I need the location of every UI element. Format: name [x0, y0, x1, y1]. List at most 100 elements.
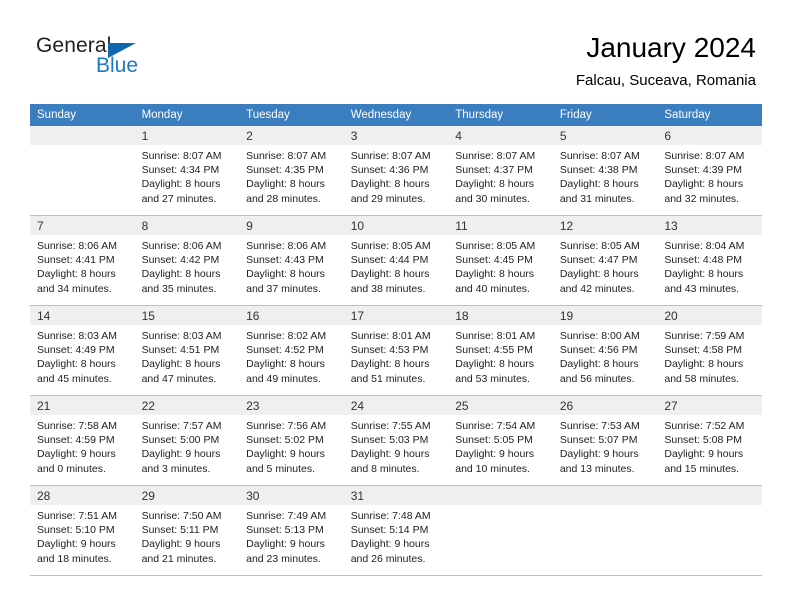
sunrise-text: Sunrise: 8:07 AM	[455, 150, 536, 162]
calendar-day-cell[interactable]: 27 Sunrise: 7:52 AM Sunset: 5:08 PM Dayl…	[657, 395, 762, 486]
sunset-text: Sunset: 4:56 PM	[559, 344, 638, 357]
day-cell-inner: 17 Sunrise: 8:01 AM Sunset: 4:53 PM Dayl…	[343, 306, 449, 395]
sunset-text: Sunset: 4:52 PM	[246, 344, 324, 357]
weekday-header-sunday: Sunday	[30, 104, 135, 126]
calendar-day-cell[interactable]: 14 Sunrise: 8:03 AM Sunset: 4:49 PM Dayl…	[30, 305, 135, 396]
calendar-day-cell[interactable]: 8 Sunrise: 8:06 AM Sunset: 4:42 PM Dayli…	[134, 215, 240, 306]
sunset-text: Sunset: 5:02 PM	[246, 434, 324, 447]
sunset-text: Sunset: 4:39 PM	[664, 164, 743, 177]
calendar-day-cell[interactable]: 17 Sunrise: 8:01 AM Sunset: 4:53 PM Dayl…	[343, 305, 449, 396]
calendar-day-cell[interactable]: 30 Sunrise: 7:49 AM Sunset: 5:13 PM Dayl…	[239, 485, 344, 576]
calendar-day-cell[interactable]: 26 Sunrise: 7:53 AM Sunset: 5:07 PM Dayl…	[552, 395, 658, 486]
daylight-text-line2: and 28 minutes.	[246, 192, 321, 205]
day-cell-inner: 13 Sunrise: 8:04 AM Sunset: 4:48 PM Dayl…	[657, 216, 762, 305]
day-cell-inner	[657, 486, 762, 575]
general-blue-logo[interactable]: General Blue	[36, 34, 236, 86]
daylight-text-line2: and 5 minutes.	[246, 462, 316, 475]
daylight-text-line1: Daylight: 8 hours	[350, 268, 430, 281]
daylight-text-line1: Daylight: 9 hours	[37, 538, 116, 551]
calendar-day-cell[interactable]: 6 Sunrise: 8:07 AM Sunset: 4:39 PM Dayli…	[657, 126, 762, 216]
calendar-day-cell[interactable]: 31 Sunrise: 7:48 AM Sunset: 5:14 PM Dayl…	[343, 485, 449, 576]
daylight-text-line1: Daylight: 9 hours	[141, 448, 221, 461]
calendar-day-cell[interactable]: 21 Sunrise: 7:58 AM Sunset: 4:59 PM Dayl…	[30, 395, 135, 486]
calendar-day-cell[interactable]: 20 Sunrise: 7:59 AM Sunset: 4:58 PM Dayl…	[657, 305, 762, 396]
sunset-text: Sunset: 4:37 PM	[455, 164, 533, 177]
day-cell-inner: 7 Sunrise: 8:06 AM Sunset: 4:41 PM Dayli…	[30, 216, 135, 305]
calendar-day-cell[interactable]: 10 Sunrise: 8:05 AM Sunset: 4:44 PM Dayl…	[343, 215, 449, 306]
day-info: Sunrise: 7:54 AM Sunset: 5:05 PM Dayligh…	[448, 415, 553, 476]
day-cell-inner: 9 Sunrise: 8:06 AM Sunset: 4:43 PM Dayli…	[239, 216, 344, 305]
day-cell-inner: 28 Sunrise: 7:51 AM Sunset: 5:10 PM Dayl…	[30, 486, 135, 575]
calendar-day-cell[interactable]	[30, 126, 135, 216]
calendar-day-cell[interactable]: 3 Sunrise: 8:07 AM Sunset: 4:36 PM Dayli…	[343, 126, 449, 216]
calendar-day-cell[interactable]	[552, 485, 658, 576]
day-number: 17	[343, 306, 449, 325]
calendar-day-cell[interactable]: 24 Sunrise: 7:55 AM Sunset: 5:03 PM Dayl…	[343, 395, 449, 486]
calendar-day-cell[interactable]: 7 Sunrise: 8:06 AM Sunset: 4:41 PM Dayli…	[30, 215, 135, 306]
day-cell-inner: 30 Sunrise: 7:49 AM Sunset: 5:13 PM Dayl…	[239, 486, 344, 575]
day-cell-inner: 5 Sunrise: 8:07 AM Sunset: 4:38 PM Dayli…	[552, 126, 658, 215]
sunrise-text: Sunrise: 7:54 AM	[455, 420, 536, 432]
daylight-text-line2: and 15 minutes.	[664, 462, 740, 475]
day-info: Sunrise: 8:07 AM Sunset: 4:36 PM Dayligh…	[344, 145, 449, 206]
day-info: Sunrise: 8:04 AM Sunset: 4:48 PM Dayligh…	[657, 235, 762, 296]
calendar-day-cell[interactable]: 4 Sunrise: 8:07 AM Sunset: 4:37 PM Dayli…	[448, 126, 553, 216]
day-info: Sunrise: 8:01 AM Sunset: 4:55 PM Dayligh…	[448, 325, 553, 386]
daylight-text-line1: Daylight: 9 hours	[350, 448, 430, 461]
day-number: 20	[657, 306, 762, 325]
day-info: Sunrise: 7:52 AM Sunset: 5:08 PM Dayligh…	[657, 415, 762, 476]
day-cell-inner: 18 Sunrise: 8:01 AM Sunset: 4:55 PM Dayl…	[448, 306, 553, 395]
calendar-day-cell[interactable]	[448, 485, 553, 576]
calendar-week-row: 21 Sunrise: 7:58 AM Sunset: 4:59 PM Dayl…	[30, 395, 762, 486]
daylight-text-line2: and 34 minutes.	[37, 282, 112, 295]
calendar-header-row: Sunday Monday Tuesday Wednesday Thursday…	[30, 104, 762, 126]
calendar-day-cell[interactable]: 18 Sunrise: 8:01 AM Sunset: 4:55 PM Dayl…	[448, 305, 553, 396]
day-cell-inner: 25 Sunrise: 7:54 AM Sunset: 5:05 PM Dayl…	[448, 396, 553, 485]
calendar-day-cell[interactable]	[657, 485, 762, 576]
daylight-text-line2: and 37 minutes.	[246, 282, 321, 295]
day-number: 8	[134, 216, 240, 235]
calendar-day-cell[interactable]: 22 Sunrise: 7:57 AM Sunset: 5:00 PM Dayl…	[134, 395, 240, 486]
calendar-day-cell[interactable]: 23 Sunrise: 7:56 AM Sunset: 5:02 PM Dayl…	[239, 395, 344, 486]
day-cell-inner: 10 Sunrise: 8:05 AM Sunset: 4:44 PM Dayl…	[343, 216, 449, 305]
day-cell-inner: 4 Sunrise: 8:07 AM Sunset: 4:37 PM Dayli…	[448, 126, 553, 215]
day-number	[552, 486, 658, 505]
calendar-day-cell[interactable]: 2 Sunrise: 8:07 AM Sunset: 4:35 PM Dayli…	[239, 126, 344, 216]
sunrise-text: Sunrise: 8:07 AM	[664, 150, 745, 162]
calendar-day-cell[interactable]: 11 Sunrise: 8:05 AM Sunset: 4:45 PM Dayl…	[448, 215, 553, 306]
day-number: 5	[552, 126, 658, 145]
day-info: Sunrise: 8:03 AM Sunset: 4:51 PM Dayligh…	[135, 325, 240, 386]
calendar-day-cell[interactable]: 28 Sunrise: 7:51 AM Sunset: 5:10 PM Dayl…	[30, 485, 135, 576]
daylight-text-line2: and 47 minutes.	[141, 372, 217, 385]
daylight-text-line2: and 32 minutes.	[664, 192, 740, 205]
calendar-day-cell[interactable]: 5 Sunrise: 8:07 AM Sunset: 4:38 PM Dayli…	[552, 126, 658, 216]
calendar-day-cell[interactable]: 25 Sunrise: 7:54 AM Sunset: 5:05 PM Dayl…	[448, 395, 553, 486]
calendar-day-cell[interactable]: 13 Sunrise: 8:04 AM Sunset: 4:48 PM Dayl…	[657, 215, 762, 306]
sunset-text: Sunset: 5:08 PM	[664, 434, 743, 447]
day-number: 19	[552, 306, 658, 325]
sunset-text: Sunset: 5:07 PM	[559, 434, 638, 447]
calendar-day-cell[interactable]: 1 Sunrise: 8:07 AM Sunset: 4:34 PM Dayli…	[134, 126, 240, 216]
calendar-day-cell[interactable]: 19 Sunrise: 8:00 AM Sunset: 4:56 PM Dayl…	[552, 305, 658, 396]
daylight-text-line1: Daylight: 8 hours	[455, 268, 535, 281]
day-cell-inner: 21 Sunrise: 7:58 AM Sunset: 4:59 PM Dayl…	[30, 396, 135, 485]
calendar-day-cell[interactable]: 16 Sunrise: 8:02 AM Sunset: 4:52 PM Dayl…	[239, 305, 344, 396]
daylight-text-line2: and 38 minutes.	[350, 282, 426, 295]
weekday-header-thursday: Thursday	[448, 104, 553, 126]
daylight-text-line1: Daylight: 8 hours	[37, 268, 116, 281]
sunrise-text: Sunrise: 8:06 AM	[141, 240, 222, 252]
day-cell-inner: 12 Sunrise: 8:05 AM Sunset: 4:47 PM Dayl…	[552, 216, 658, 305]
daylight-text-line1: Daylight: 9 hours	[455, 448, 535, 461]
day-number: 10	[343, 216, 449, 235]
calendar-day-cell[interactable]: 12 Sunrise: 8:05 AM Sunset: 4:47 PM Dayl…	[552, 215, 658, 306]
sunrise-text: Sunrise: 8:01 AM	[350, 330, 431, 342]
day-info: Sunrise: 8:07 AM Sunset: 4:34 PM Dayligh…	[135, 145, 240, 206]
sunrise-text: Sunrise: 7:58 AM	[37, 420, 117, 432]
calendar-day-cell[interactable]: 29 Sunrise: 7:50 AM Sunset: 5:11 PM Dayl…	[134, 485, 240, 576]
calendar-day-cell[interactable]: 15 Sunrise: 8:03 AM Sunset: 4:51 PM Dayl…	[134, 305, 240, 396]
daylight-text-line2: and 30 minutes.	[455, 192, 530, 205]
day-number: 31	[343, 486, 449, 505]
calendar-day-cell[interactable]: 9 Sunrise: 8:06 AM Sunset: 4:43 PM Dayli…	[239, 215, 344, 306]
daylight-text-line2: and 21 minutes.	[141, 552, 217, 565]
day-info: Sunrise: 7:51 AM Sunset: 5:10 PM Dayligh…	[30, 505, 135, 566]
